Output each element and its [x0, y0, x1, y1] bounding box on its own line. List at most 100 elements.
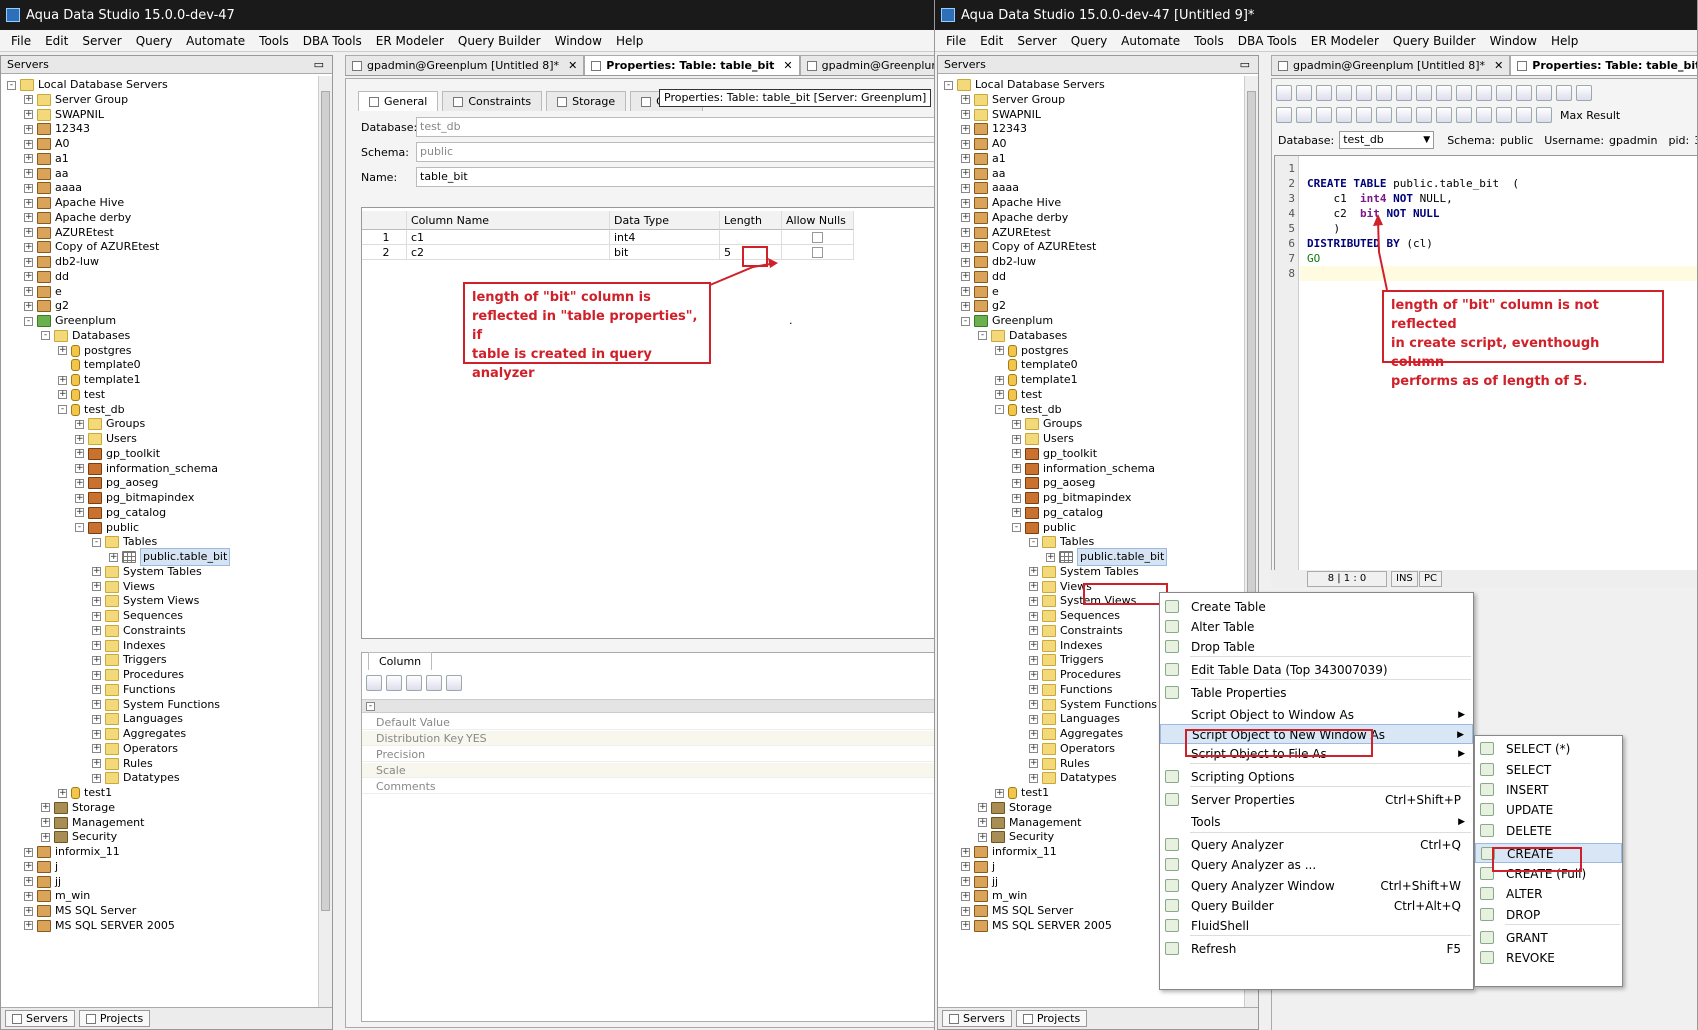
cell-type[interactable]: bit — [610, 245, 720, 260]
tree-node-aggregates[interactable]: + Aggregates — [92, 726, 186, 742]
expand-icon[interactable]: + — [41, 803, 50, 813]
tree-node-azuretest[interactable]: + AZUREtest — [961, 225, 1051, 241]
tree-node-m-win[interactable]: + m_win — [24, 888, 90, 904]
property-row-distribution-key[interactable]: Distribution Key YES — [362, 731, 934, 746]
expand-icon[interactable]: + — [24, 124, 33, 134]
expand-icon[interactable]: + — [24, 183, 33, 193]
tree-node-functions[interactable]: + Functions — [92, 682, 176, 698]
expand-icon[interactable]: + — [961, 95, 970, 105]
tree-node-template1[interactable]: + template1 — [58, 372, 141, 388]
tree-node-constraints[interactable]: + Constraints — [1029, 623, 1123, 639]
submenu-item-update[interactable]: UPDATE — [1475, 800, 1622, 820]
tree-node-server-group[interactable]: + Server Group — [24, 92, 128, 108]
redo-icon[interactable] — [1496, 85, 1512, 101]
close-icon[interactable]: ✕ — [568, 59, 577, 72]
tree-node-triggers[interactable]: + Triggers — [1029, 652, 1104, 668]
menu-item-tools[interactable]: Tools ▶ — [1160, 812, 1473, 832]
expand-icon[interactable]: + — [961, 198, 970, 208]
expand-icon[interactable]: + — [92, 596, 101, 606]
property-row-default-value[interactable]: Default Value — [362, 715, 934, 730]
tree-node-operators[interactable]: + Operators — [1029, 741, 1115, 757]
tree-node-ms-sql-server[interactable]: + MS SQL Server — [961, 903, 1073, 919]
grid-icon[interactable] — [1476, 107, 1492, 123]
menu-item-server-properties[interactable]: Server Properties Ctrl+Shift+P — [1160, 790, 1473, 810]
tree-node-databases[interactable]: - Databases — [41, 328, 130, 344]
expand-icon[interactable]: + — [24, 139, 33, 149]
expand-icon[interactable]: + — [995, 375, 1004, 385]
tree-node-a1[interactable]: + a1 — [24, 151, 69, 167]
tab-servers[interactable]: Servers — [942, 1010, 1012, 1027]
menu-automate[interactable]: Automate — [1114, 34, 1187, 48]
collapse-icon[interactable]: - — [1029, 537, 1038, 547]
tree-node-test1[interactable]: + test1 — [58, 785, 112, 801]
tree-node-copy-of-azuretest[interactable]: + Copy of AZUREtest — [961, 239, 1096, 255]
expand-icon[interactable]: + — [961, 169, 970, 178]
expand-icon[interactable]: + — [41, 832, 50, 842]
tree-node-apache-hive[interactable]: + Apache Hive — [961, 195, 1061, 211]
allow-nulls-checkbox[interactable] — [812, 232, 823, 243]
tree-node-gp-toolkit[interactable]: + gp_toolkit — [75, 446, 160, 462]
expand-icon[interactable]: + — [24, 110, 33, 119]
expand-icon[interactable]: + — [1029, 759, 1038, 768]
tree-node-datatypes[interactable]: + Datatypes — [92, 770, 180, 786]
name-field[interactable]: table_bit — [416, 167, 934, 187]
tree-node-aa[interactable]: + aa — [961, 166, 1005, 182]
expand-icon[interactable]: + — [24, 198, 33, 208]
expand-icon[interactable]: + — [961, 921, 970, 931]
menu-server[interactable]: Server — [1010, 34, 1063, 48]
expand-icon[interactable]: + — [1012, 419, 1021, 429]
tab-storage[interactable]: Storage — [546, 91, 627, 111]
submenu-item-select[interactable]: SELECT (*) — [1475, 739, 1622, 759]
expand-icon[interactable]: + — [961, 139, 970, 149]
text-icon[interactable] — [1496, 107, 1512, 123]
expand-icon[interactable]: + — [92, 685, 101, 695]
tree-node-dd[interactable]: + dd — [24, 269, 69, 285]
expand-icon[interactable]: + — [961, 213, 970, 223]
menu-query-builder[interactable]: Query Builder — [451, 34, 548, 48]
property-page-icon[interactable] — [406, 675, 422, 691]
collapse-icon[interactable]: - — [75, 523, 84, 532]
save-icon[interactable] — [1316, 85, 1332, 101]
tree-node-functions[interactable]: + Functions — [1029, 682, 1113, 698]
plan-icon[interactable] — [1336, 107, 1352, 123]
tree-node-test[interactable]: + test — [58, 387, 105, 403]
expand-icon[interactable]: + — [109, 552, 118, 562]
edit-icon[interactable] — [1516, 85, 1532, 101]
tree-node-constraints[interactable]: + Constraints — [92, 623, 186, 639]
menu-item-refresh[interactable]: Refresh F5 — [1160, 939, 1473, 959]
expand-icon[interactable]: + — [92, 611, 101, 621]
tree-node-information-schema[interactable]: + information_schema — [75, 461, 218, 477]
tree-node-informix-11[interactable]: + informix_11 — [961, 844, 1057, 860]
tree-node-template0[interactable]: template0 — [58, 357, 141, 373]
tree-node-users[interactable]: + Users — [1012, 431, 1074, 447]
menu-query[interactable]: Query — [1064, 34, 1114, 48]
menu-item-edit-table-data-top-343007039[interactable]: Edit Table Data (Top 343007039) — [1160, 660, 1473, 680]
cell-type[interactable]: int4 — [610, 230, 720, 245]
tree-node-apache-hive[interactable]: + Apache Hive — [24, 195, 124, 211]
submenu-item-alter[interactable]: ALTER — [1475, 884, 1622, 904]
menu-dba-tools[interactable]: DBA Tools — [1231, 34, 1304, 48]
expand-icon[interactable]: + — [24, 287, 33, 296]
submenu-item-drop[interactable]: DROP — [1475, 905, 1622, 925]
stop-icon[interactable] — [1376, 107, 1392, 123]
tree-node-local-database-servers[interactable]: - Local Database Servers — [7, 77, 168, 93]
expand-icon[interactable]: + — [1012, 478, 1021, 488]
categorized-icon[interactable] — [366, 675, 382, 691]
collapse-icon[interactable]: - — [978, 331, 987, 341]
print-icon[interactable] — [1356, 85, 1372, 101]
expand-icon[interactable] — [426, 675, 442, 691]
expand-icon[interactable]: + — [961, 906, 970, 916]
tree-node-gp-toolkit[interactable]: + gp_toolkit — [1012, 446, 1097, 462]
tree-node-procedures[interactable]: + Procedures — [92, 667, 184, 683]
collapse-icon[interactable]: - — [24, 316, 33, 326]
maximize-icon[interactable]: ▭ — [1240, 56, 1250, 73]
collapse-icon[interactable]: - — [995, 405, 1004, 414]
tree-node-rules[interactable]: + Rules — [92, 756, 153, 772]
menu-query[interactable]: Query — [129, 34, 179, 48]
expand-icon[interactable]: + — [24, 95, 33, 105]
property-row-scale[interactable]: Scale — [362, 763, 934, 778]
history-icon[interactable] — [1456, 107, 1472, 123]
expand-icon[interactable]: + — [961, 862, 970, 872]
tree-node-indexes[interactable]: + Indexes — [1029, 638, 1102, 654]
tree-node-languages[interactable]: + Languages — [92, 711, 183, 727]
